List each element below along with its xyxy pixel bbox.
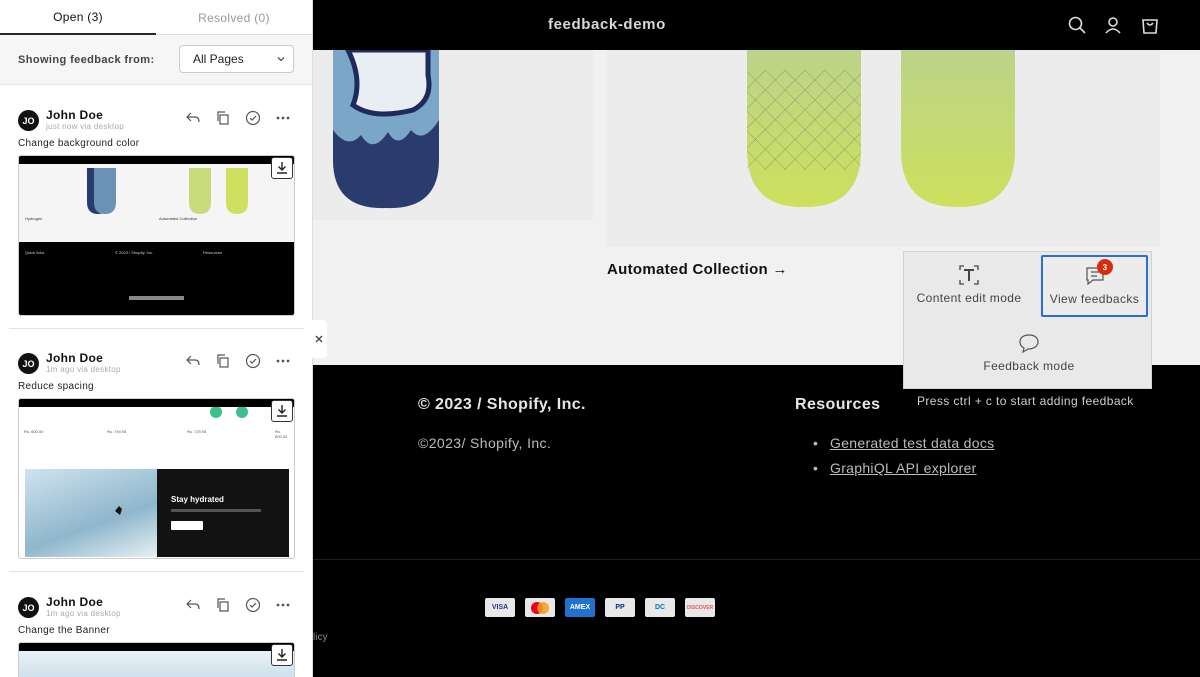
resolve-check-icon[interactable] bbox=[245, 353, 261, 369]
feedback-mode-button[interactable]: Feedback mode bbox=[974, 332, 1084, 373]
shot-header bbox=[19, 399, 294, 407]
feedback-meta: 1m ago via desktop bbox=[46, 365, 121, 374]
chevron-down-icon bbox=[277, 57, 285, 62]
view-feedbacks-button[interactable]: View feedbacks 3 bbox=[1041, 255, 1148, 317]
banner-image bbox=[19, 651, 294, 677]
feedback-screenshot[interactable]: Rs. 600.00 Rs. 749.95 Rs. 729.95 Rs. 600… bbox=[18, 398, 295, 559]
avatar: JO bbox=[18, 110, 39, 131]
store-footer: © 2023 / Shopify, Inc. ©2023/ Shopify, I… bbox=[313, 365, 1200, 677]
banner-panel: Stay hydrated bbox=[157, 469, 289, 557]
footer-divider bbox=[313, 559, 1200, 560]
banner-heading: Stay hydrated bbox=[171, 495, 224, 504]
feedback-actions bbox=[185, 597, 291, 613]
author-name: John Doe bbox=[46, 595, 104, 609]
product-card-image[interactable] bbox=[607, 50, 1160, 247]
feedback-tabs: Open (3) Resolved (0) bbox=[0, 0, 312, 35]
reply-icon[interactable] bbox=[185, 353, 201, 369]
footer-resources-list: Generated test data docs GraphiQL API ex… bbox=[813, 435, 994, 485]
author-name: John Doe bbox=[46, 108, 104, 122]
filter-label: Showing feedback from: bbox=[18, 54, 155, 66]
diners-icon: DC bbox=[645, 598, 675, 617]
filter-row: Showing feedback from: All Pages bbox=[0, 35, 312, 85]
download-icon[interactable] bbox=[271, 157, 293, 179]
shot-label: Hydrogen bbox=[25, 216, 43, 221]
shot-footer: Quick links © 2023 / Shopify, Inc. Resou… bbox=[19, 242, 294, 315]
policy-link[interactable]: licy bbox=[313, 632, 327, 643]
feedback-screenshot[interactable] bbox=[18, 642, 295, 677]
feedback-item[interactable]: JO John Doe just now via desktop Change … bbox=[9, 100, 304, 329]
account-icon[interactable] bbox=[1103, 15, 1123, 35]
product-card-image[interactable] bbox=[313, 47, 593, 220]
visa-icon: VISA bbox=[485, 598, 515, 617]
search-icon[interactable] bbox=[1067, 15, 1087, 35]
feedback-actions bbox=[185, 353, 291, 369]
author-name: John Doe bbox=[46, 351, 104, 365]
reply-icon[interactable] bbox=[185, 597, 201, 613]
tab-open[interactable]: Open (3) bbox=[0, 0, 156, 35]
shot-products bbox=[19, 164, 294, 244]
collection-link[interactable]: Automated Collection → bbox=[607, 261, 788, 278]
more-icon[interactable] bbox=[275, 597, 291, 613]
reply-icon[interactable] bbox=[185, 110, 201, 126]
cart-icon[interactable] bbox=[1140, 15, 1160, 35]
footer-link[interactable]: Generated test data docs bbox=[813, 435, 994, 451]
page-filter-select[interactable]: All Pages bbox=[179, 45, 294, 73]
feedback-item[interactable]: JO John Doe 1m ago via desktop Reduce sp… bbox=[9, 343, 304, 572]
footer-copyright-heading: © 2023 / Shopify, Inc. bbox=[418, 396, 586, 413]
resolve-check-icon[interactable] bbox=[245, 597, 261, 613]
amex-icon: AMEX bbox=[565, 598, 595, 617]
banner-image bbox=[25, 469, 157, 557]
feedback-text: Change the Banner bbox=[18, 625, 110, 636]
feedback-panel: Open (3) Resolved (0) Showing feedback f… bbox=[0, 0, 313, 677]
shot-header bbox=[19, 643, 294, 651]
feedback-item[interactable]: JO John Doe 1m ago via desktop Change th… bbox=[9, 587, 304, 677]
footer-resources-heading: Resources bbox=[795, 396, 881, 413]
close-panel-button[interactable] bbox=[311, 320, 327, 358]
store-title[interactable]: feedback-demo bbox=[548, 16, 666, 33]
content-edit-mode-button[interactable]: Content edit mode bbox=[914, 264, 1024, 305]
footer-copyright-text: ©2023/ Shopify, Inc. bbox=[418, 435, 552, 451]
feedback-screenshot[interactable]: Hydrogen Automated Collection Quick link… bbox=[18, 155, 295, 316]
close-icon bbox=[315, 335, 323, 343]
footer-link[interactable]: GraphiQL API explorer bbox=[813, 460, 994, 476]
download-icon[interactable] bbox=[271, 644, 293, 666]
mastercard-icon bbox=[525, 598, 555, 617]
feedback-toolbar: Content edit mode View feedbacks 3 Feedb… bbox=[903, 251, 1152, 389]
feedback-text: Change background color bbox=[18, 138, 140, 149]
text-edit-icon bbox=[959, 265, 979, 285]
shot-header bbox=[19, 156, 294, 164]
download-icon[interactable] bbox=[271, 400, 293, 422]
copy-icon[interactable] bbox=[215, 353, 231, 369]
avatar: JO bbox=[18, 353, 39, 374]
feedback-text: Reduce spacing bbox=[18, 381, 94, 392]
tab-resolved[interactable]: Resolved (0) bbox=[156, 0, 312, 35]
avatar: JO bbox=[18, 597, 39, 618]
feedback-meta: just now via desktop bbox=[46, 122, 125, 131]
copy-icon[interactable] bbox=[215, 110, 231, 126]
feedback-actions bbox=[185, 110, 291, 126]
feedback-meta: 1m ago via desktop bbox=[46, 609, 121, 618]
more-icon[interactable] bbox=[275, 110, 291, 126]
comment-icon bbox=[1019, 334, 1039, 354]
paypal-icon: PP bbox=[605, 598, 635, 617]
discover-icon: DISCOVER bbox=[685, 598, 715, 617]
payment-icons: VISA AMEX PP DC DISCOVER bbox=[485, 598, 715, 617]
feedback-hint: Press ctrl + c to start adding feedback bbox=[917, 394, 1134, 408]
copy-icon[interactable] bbox=[215, 597, 231, 613]
feedback-count-badge: 3 bbox=[1097, 259, 1113, 275]
resolve-check-icon[interactable] bbox=[245, 110, 261, 126]
more-icon[interactable] bbox=[275, 353, 291, 369]
shot-label: Automated Collection bbox=[159, 216, 198, 221]
